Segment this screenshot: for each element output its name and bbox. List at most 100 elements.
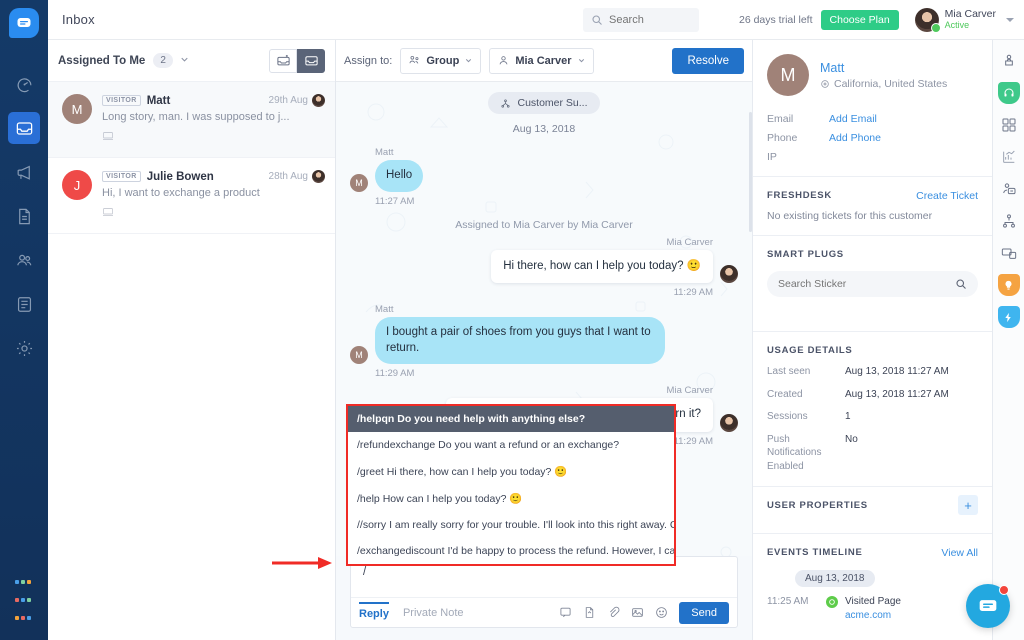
list-item[interactable]: J VISITOR Julie Bowen 28th Aug Hi, I wan… [48, 158, 335, 234]
sidebar-item-reports[interactable] [8, 288, 40, 320]
create-ticket-link[interactable]: Create Ticket [916, 190, 978, 202]
contact-profile: M Matt California, United States [753, 40, 992, 109]
message-preview: Hi, I want to exchange a product [102, 187, 260, 199]
handshake-icon[interactable] [998, 178, 1020, 200]
desk-person-icon[interactable] [998, 50, 1020, 72]
location-pin-icon [821, 79, 829, 88]
contact-field-phone: Phone Add Phone [767, 132, 881, 144]
event-date-pill: Aug 13, 2018 [795, 570, 875, 587]
inbox-open-icon[interactable] [269, 48, 297, 73]
user-properties-section: USER PROPERTIES + [753, 487, 992, 534]
timestamp: 29th Aug [269, 94, 325, 107]
choose-plan-button[interactable]: Choose Plan [820, 9, 899, 30]
chevron-down-icon[interactable] [1006, 17, 1014, 22]
org-chart-icon[interactable] [998, 210, 1020, 232]
send-button[interactable]: Send [679, 601, 729, 624]
tab-reply[interactable]: Reply [359, 602, 389, 622]
chevron-down-icon[interactable] [179, 52, 190, 70]
canned-response-option[interactable]: /helpqn Do you need help with anything e… [348, 406, 674, 432]
message-preview: Long story, man. I was supposed to j... [102, 111, 290, 123]
sticker-search-input[interactable] [778, 278, 955, 290]
inbox-view-toggle [269, 48, 325, 73]
top-bar-right: 26 days trial left Choose Plan Mia Carve… [582, 0, 1024, 40]
list-filter-label[interactable]: Assigned To Me [58, 55, 145, 67]
apps-grid-icon[interactable] [14, 572, 34, 626]
sticker-search[interactable] [767, 271, 978, 297]
avatar: M [350, 173, 368, 192]
usage-row: Last seen Aug 13, 2018 11:27 AM [767, 366, 949, 377]
search-icon [592, 14, 602, 25]
sidebar-item-dashboard[interactable] [8, 68, 40, 100]
contact-name: Matt [146, 94, 171, 107]
agent-icon [499, 56, 508, 65]
canned-response-option[interactable]: /greet Hi there, how can I help you toda… [348, 458, 674, 485]
chat-bubble-icon[interactable] [966, 584, 1010, 628]
devices-icon[interactable] [998, 242, 1020, 264]
message-group: Matt M I bought a pair of shoes from you… [350, 304, 738, 379]
canned-response-option[interactable]: /refundexchange Do you want a refund or … [348, 432, 674, 458]
attachment-icon [610, 606, 620, 617]
event-url[interactable]: acme.com [845, 610, 891, 621]
section-title: SMART PLUGS [767, 249, 844, 260]
chevron-down-icon [466, 59, 472, 63]
page-title: Inbox [62, 12, 95, 27]
avatar: J [62, 170, 92, 200]
chat-logo-icon[interactable] [9, 8, 39, 38]
modules-icon[interactable] [998, 114, 1020, 136]
sidebar-item-articles[interactable] [8, 200, 40, 232]
search-icon [956, 279, 966, 289]
contact-field-email: Email Add Email [767, 113, 877, 125]
sidebar-item-inbox[interactable] [8, 112, 40, 144]
usage-row: Push Notifications Enabled No [767, 433, 858, 472]
message-group: Matt M Hello 11:27 AM [350, 147, 738, 207]
canned-response-option[interactable]: //sorry I am really sorry for your troub… [348, 512, 674, 538]
nav-items [8, 68, 40, 364]
message-composer: / Reply Private Note Send [350, 556, 738, 628]
view-all-link[interactable]: View All [941, 547, 978, 559]
conversation-tag[interactable]: Customer Su... [488, 92, 600, 114]
conversation-list: Assigned To Me 2 M VISITOR Matt 29th Aug… [48, 40, 336, 640]
bulb-icon[interactable] [997, 274, 1020, 296]
assign-agent-select[interactable]: Mia Carver [489, 47, 594, 74]
timeline-event: 11:25 AM Visited Page acme.com [767, 595, 978, 623]
sidebar-item-campaigns[interactable] [8, 156, 40, 188]
list-count-badge: 2 [153, 53, 173, 68]
assign-group-value: Group [426, 54, 460, 67]
headset-icon[interactable] [997, 82, 1020, 104]
events-timeline-section: EVENTS TIMELINE View All Aug 13, 2018 11… [753, 534, 992, 636]
conversation-list-header: Assigned To Me 2 [48, 40, 335, 82]
chart-up-icon[interactable] [998, 146, 1020, 168]
user-menu[interactable]: Mia Carver Active [914, 7, 1014, 33]
assign-to-label: Assign to: [344, 54, 393, 67]
contact-field-ip: IP [767, 151, 777, 163]
canned-response-option[interactable]: /help How can I help you today? 🙂 [348, 485, 674, 512]
message-sender: Matt [375, 147, 394, 158]
tab-private-note[interactable]: Private Note [403, 607, 464, 619]
canned-response-dropdown: /helpqn Do you need help with anything e… [346, 404, 676, 566]
assign-group-select[interactable]: Group [400, 47, 482, 74]
resolve-button[interactable]: Resolve [672, 47, 744, 74]
add-email-link[interactable]: Add Email [829, 113, 877, 125]
composer-toolbar: Reply Private Note Send [351, 597, 737, 627]
smart-plugs-section: SMART PLUGS [753, 236, 992, 332]
avatar: M [62, 94, 92, 124]
bolt-icon[interactable] [997, 306, 1020, 328]
add-phone-link[interactable]: Add Phone [829, 132, 881, 144]
sidebar-item-settings[interactable] [8, 332, 40, 364]
group-icon [409, 55, 419, 64]
status-badge: VISITOR [102, 95, 141, 106]
composer-icons: Send [559, 601, 729, 624]
annotation-arrow [272, 557, 332, 569]
search-input[interactable] [608, 13, 687, 26]
canned-response-option[interactable]: /exchangediscount I'd be happy to proces… [348, 538, 674, 564]
assign-agent-value: Mia Carver [515, 54, 572, 67]
message-time: 11:29 AM [673, 287, 713, 299]
list-item[interactable]: M VISITOR Matt 29th Aug Long story, man.… [48, 82, 335, 158]
section-title: USAGE DETAILS [767, 345, 853, 356]
plus-icon[interactable]: + [958, 495, 978, 515]
global-search[interactable] [582, 7, 699, 32]
contact-name[interactable]: Matt [820, 61, 947, 75]
sidebar-item-contacts[interactable] [8, 244, 40, 276]
avatar [720, 265, 738, 284]
inbox-archive-icon[interactable] [297, 48, 325, 73]
